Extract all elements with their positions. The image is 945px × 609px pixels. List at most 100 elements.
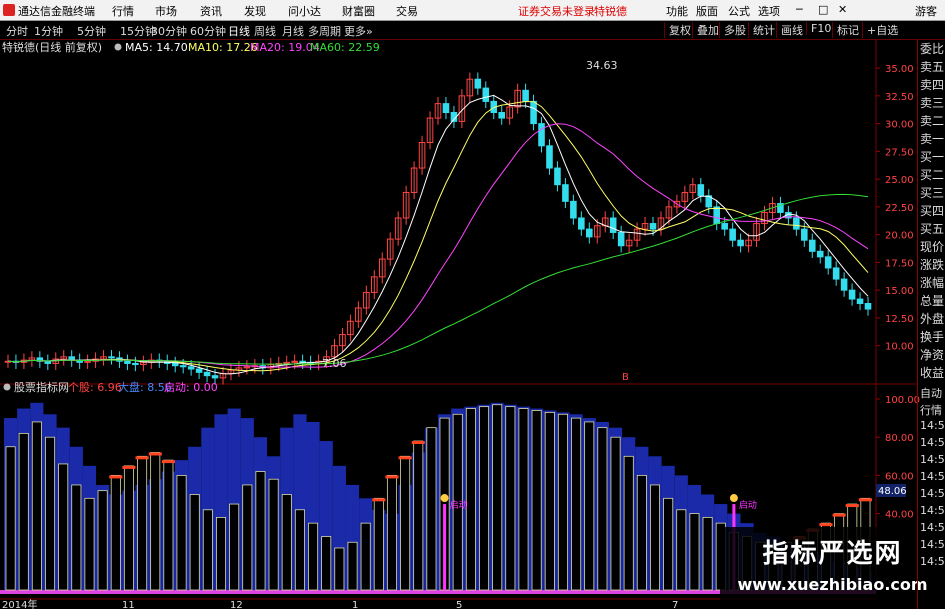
tool-adjust[interactable]: 复权 (664, 22, 691, 38)
quote-panel-item[interactable]: 买四 (920, 202, 944, 219)
price-tick-label: 22.50 (885, 203, 914, 214)
tool-f10[interactable]: F10 (806, 22, 831, 35)
quote-panel-item[interactable]: 委比 (920, 40, 944, 57)
quote-panel-item[interactable]: 卖四 (920, 76, 944, 93)
stock-bar (189, 494, 200, 591)
stock-cap (398, 456, 412, 460)
quote-panel-item[interactable]: 卖一 (920, 130, 944, 147)
tick-panel-item: 14:50 (920, 419, 945, 432)
quote-panel-item[interactable]: 买三 (920, 184, 944, 201)
candle-body (522, 89, 529, 102)
menu-market[interactable]: 市场 (155, 3, 177, 19)
chart-area[interactable]: 特锐德(日线 前复权) MA5: 14.70 MA10: 17.26 MA20:… (0, 39, 945, 609)
menu-options[interactable]: 选项 (758, 3, 780, 19)
restore-icon[interactable]: □ (818, 3, 828, 16)
period-more[interactable]: 更多» (344, 23, 373, 39)
quote-panel-item[interactable]: 买五 (920, 220, 944, 237)
candle-body (578, 217, 585, 230)
menu-layout[interactable]: 版面 (696, 3, 718, 19)
ma10-line (7, 100, 869, 372)
menu-wealth[interactable]: 财富圈 (342, 3, 375, 19)
quote-panel-item[interactable]: 买二 (920, 166, 944, 183)
period-5min[interactable]: 5分钟 (77, 23, 106, 39)
quote-panel-item[interactable]: 净资 (920, 346, 944, 363)
menu-news[interactable]: 资讯 (200, 3, 222, 19)
indicator-axis-ticks: 100.00 80.00 60.00 40.00 (876, 395, 920, 521)
stock-link[interactable]: 特锐德 (594, 3, 627, 19)
tick-panel-item: 行情 (920, 404, 942, 417)
quote-panel-item[interactable]: 卖二 (920, 112, 944, 129)
stock-bar (31, 421, 42, 591)
ma-settings-icon[interactable] (114, 43, 122, 51)
stock-bar (492, 404, 503, 591)
indicator-settings-icon[interactable] (3, 383, 11, 391)
menu-function[interactable]: 功能 (666, 3, 688, 19)
x-label-11: 11 (122, 600, 135, 609)
quote-panel-item[interactable]: 换手 (920, 328, 944, 345)
stock-bar (623, 455, 634, 591)
tool-overlay[interactable]: 叠加 (692, 22, 719, 38)
tool-multi-stock[interactable]: 多股 (719, 22, 746, 38)
period-intraday[interactable]: 分时 (6, 23, 28, 39)
candle-body (856, 298, 864, 304)
login-status[interactable]: 证券交易未登录 (518, 3, 595, 19)
tool-add-favorite[interactable]: +自选 (862, 22, 898, 38)
quote-panel-item[interactable]: 买一 (920, 148, 944, 165)
stock-bar (649, 484, 661, 591)
quote-panel-item[interactable]: 收益 (920, 364, 944, 381)
quote-panel-item[interactable]: 卖五 (920, 58, 944, 75)
indicator-tick-label: 100.00 (885, 395, 920, 406)
candle-body (108, 356, 115, 359)
stock-cap (411, 441, 425, 445)
candle-body (832, 267, 840, 280)
period-daily[interactable]: 日线 (228, 23, 250, 39)
stock-bar (689, 513, 700, 591)
quote-panel-item[interactable]: 卖三 (920, 94, 944, 111)
price-tick-label: 27.50 (885, 147, 914, 158)
tool-draw[interactable]: 画线 (776, 22, 803, 38)
stock-cap (832, 513, 846, 517)
quote-panel-item[interactable]: 涨跌 (920, 256, 944, 273)
stock-cap (385, 475, 399, 479)
stock-label: 特锐德(日线 前复权) (2, 40, 102, 54)
candle-body (211, 375, 219, 379)
ma5-line (7, 94, 869, 375)
period-30min[interactable]: 30分钟 (151, 23, 187, 39)
candle-body (864, 302, 872, 310)
quote-panel-item[interactable]: 外盘 (920, 310, 944, 327)
tool-mark[interactable]: 标记 (832, 22, 859, 38)
stock-bar (465, 408, 476, 591)
launch-signal-icon (440, 494, 449, 503)
period-60min[interactable]: 60分钟 (190, 23, 226, 39)
quote-panel-item[interactable]: 总量 (920, 292, 944, 309)
candle-body (132, 362, 139, 366)
stock-bar (505, 406, 516, 591)
tool-stats[interactable]: 统计 (748, 22, 775, 38)
minimize-icon[interactable]: ─ (796, 3, 803, 16)
quote-panel-item[interactable]: 现价 (920, 238, 944, 255)
quote-panel: 委比 卖五 卖四 卖三 卖二 卖一 买一 买二 买三 买四 买五 现价 涨跌 涨幅 总量 外盘 换手 净资 收益 (917, 40, 945, 390)
menu-discover[interactable]: 发现 (244, 3, 266, 19)
watermark: 指标严选网 www.xuezhibiao.com (720, 527, 945, 609)
stock-bar (334, 547, 345, 591)
price-tick-label: 10.00 (885, 342, 914, 353)
indicator-launch-legend: 启动: 0.00 (164, 381, 218, 394)
menu-formula[interactable]: 公式 (728, 3, 750, 19)
stock-bar (58, 463, 69, 591)
period-weekly[interactable]: 周线 (254, 23, 276, 39)
menu-trade[interactable]: 交易 (396, 3, 418, 19)
stock-cap (845, 504, 859, 508)
period-multi[interactable]: 多周期 (308, 23, 341, 39)
guest-label[interactable]: 游客 (915, 3, 937, 19)
period-1min[interactable]: 1分钟 (34, 23, 63, 39)
period-monthly[interactable]: 月线 (282, 23, 304, 39)
candle-body (801, 228, 808, 241)
menu-ask[interactable]: 问小达 (288, 3, 321, 19)
stock-bar (544, 411, 555, 591)
stock-bar (97, 490, 108, 591)
quote-panel-item[interactable]: 涨幅 (920, 274, 944, 291)
stock-cap (135, 456, 149, 460)
close-icon[interactable]: ✕ (838, 3, 847, 16)
tick-panel-item: 14:50 (920, 538, 945, 551)
menu-quotes[interactable]: 行情 (112, 3, 134, 19)
